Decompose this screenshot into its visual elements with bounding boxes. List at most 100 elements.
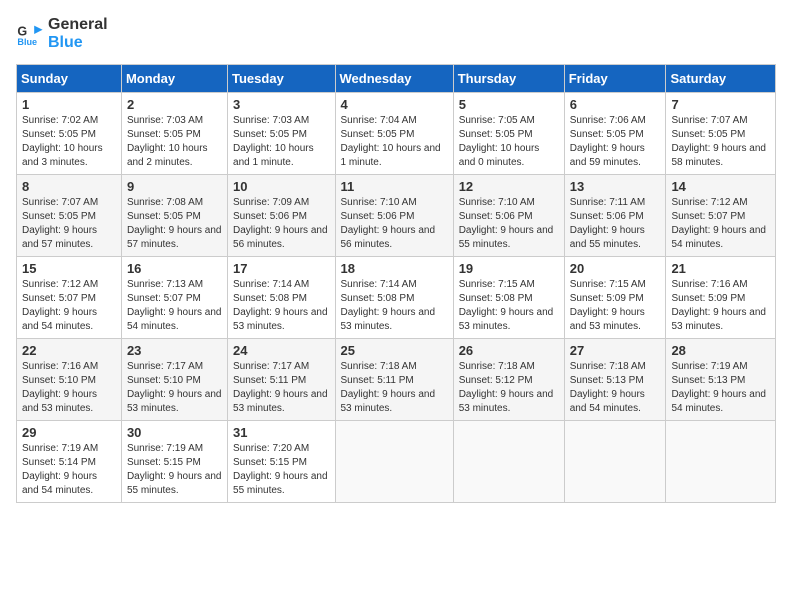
calendar-cell: 15 Sunrise: 7:12 AM Sunset: 5:07 PM Dayl… bbox=[17, 257, 122, 339]
day-number: 2 bbox=[127, 97, 222, 112]
day-number: 6 bbox=[570, 97, 661, 112]
day-info: Sunrise: 7:04 AM Sunset: 5:05 PM Dayligh… bbox=[341, 114, 448, 170]
calendar-cell: 14 Sunrise: 7:12 AM Sunset: 5:07 PM Dayl… bbox=[666, 175, 776, 257]
calendar-cell: 1 Sunrise: 7:02 AM Sunset: 5:05 PM Dayli… bbox=[17, 93, 122, 175]
day-info: Sunrise: 7:18 AM Sunset: 5:13 PM Dayligh… bbox=[570, 360, 661, 416]
calendar-cell: 25 Sunrise: 7:18 AM Sunset: 5:11 PM Dayl… bbox=[335, 339, 453, 421]
day-number: 21 bbox=[671, 261, 770, 276]
day-info: Sunrise: 7:17 AM Sunset: 5:10 PM Dayligh… bbox=[127, 360, 222, 416]
calendar-cell: 2 Sunrise: 7:03 AM Sunset: 5:05 PM Dayli… bbox=[121, 93, 227, 175]
svg-text:G: G bbox=[17, 24, 27, 38]
empty-cell bbox=[564, 421, 666, 503]
calendar-cell: 6 Sunrise: 7:06 AM Sunset: 5:05 PM Dayli… bbox=[564, 93, 666, 175]
day-number: 1 bbox=[22, 97, 116, 112]
calendar-cell: 7 Sunrise: 7:07 AM Sunset: 5:05 PM Dayli… bbox=[666, 93, 776, 175]
day-number: 10 bbox=[233, 179, 329, 194]
calendar-cell: 22 Sunrise: 7:16 AM Sunset: 5:10 PM Dayl… bbox=[17, 339, 122, 421]
day-number: 13 bbox=[570, 179, 661, 194]
day-info: Sunrise: 7:12 AM Sunset: 5:07 PM Dayligh… bbox=[671, 196, 770, 252]
calendar-cell: 17 Sunrise: 7:14 AM Sunset: 5:08 PM Dayl… bbox=[228, 257, 335, 339]
calendar-cell: 5 Sunrise: 7:05 AM Sunset: 5:05 PM Dayli… bbox=[453, 93, 564, 175]
empty-cell bbox=[666, 421, 776, 503]
day-number: 11 bbox=[341, 179, 448, 194]
empty-cell bbox=[335, 421, 453, 503]
day-number: 19 bbox=[459, 261, 559, 276]
day-info: Sunrise: 7:11 AM Sunset: 5:06 PM Dayligh… bbox=[570, 196, 661, 252]
day-info: Sunrise: 7:17 AM Sunset: 5:11 PM Dayligh… bbox=[233, 360, 329, 416]
day-number: 15 bbox=[22, 261, 116, 276]
day-number: 4 bbox=[341, 97, 448, 112]
day-number: 16 bbox=[127, 261, 222, 276]
logo-icon: G Blue bbox=[16, 20, 44, 48]
day-number: 3 bbox=[233, 97, 329, 112]
day-info: Sunrise: 7:03 AM Sunset: 5:05 PM Dayligh… bbox=[233, 114, 329, 170]
day-info: Sunrise: 7:07 AM Sunset: 5:05 PM Dayligh… bbox=[22, 196, 116, 252]
day-number: 24 bbox=[233, 343, 329, 358]
calendar-cell: 28 Sunrise: 7:19 AM Sunset: 5:13 PM Dayl… bbox=[666, 339, 776, 421]
logo-line1: General bbox=[48, 16, 108, 34]
day-number: 23 bbox=[127, 343, 222, 358]
day-number: 29 bbox=[22, 425, 116, 440]
day-number: 27 bbox=[570, 343, 661, 358]
day-number: 14 bbox=[671, 179, 770, 194]
day-info: Sunrise: 7:02 AM Sunset: 5:05 PM Dayligh… bbox=[22, 114, 116, 170]
calendar-cell: 27 Sunrise: 7:18 AM Sunset: 5:13 PM Dayl… bbox=[564, 339, 666, 421]
calendar-cell: 16 Sunrise: 7:13 AM Sunset: 5:07 PM Dayl… bbox=[121, 257, 227, 339]
day-number: 26 bbox=[459, 343, 559, 358]
calendar-cell: 29 Sunrise: 7:19 AM Sunset: 5:14 PM Dayl… bbox=[17, 421, 122, 503]
day-info: Sunrise: 7:13 AM Sunset: 5:07 PM Dayligh… bbox=[127, 278, 222, 334]
day-info: Sunrise: 7:16 AM Sunset: 5:10 PM Dayligh… bbox=[22, 360, 116, 416]
day-number: 28 bbox=[671, 343, 770, 358]
calendar-cell: 24 Sunrise: 7:17 AM Sunset: 5:11 PM Dayl… bbox=[228, 339, 335, 421]
weekday-header: Tuesday bbox=[228, 65, 335, 93]
day-info: Sunrise: 7:20 AM Sunset: 5:15 PM Dayligh… bbox=[233, 442, 329, 498]
day-number: 31 bbox=[233, 425, 329, 440]
calendar-table: SundayMondayTuesdayWednesdayThursdayFrid… bbox=[16, 64, 776, 503]
calendar-cell: 30 Sunrise: 7:19 AM Sunset: 5:15 PM Dayl… bbox=[121, 421, 227, 503]
day-number: 18 bbox=[341, 261, 448, 276]
calendar-cell: 31 Sunrise: 7:20 AM Sunset: 5:15 PM Dayl… bbox=[228, 421, 335, 503]
day-number: 12 bbox=[459, 179, 559, 194]
calendar-cell: 21 Sunrise: 7:16 AM Sunset: 5:09 PM Dayl… bbox=[666, 257, 776, 339]
weekday-header: Friday bbox=[564, 65, 666, 93]
day-info: Sunrise: 7:08 AM Sunset: 5:05 PM Dayligh… bbox=[127, 196, 222, 252]
weekday-header: Saturday bbox=[666, 65, 776, 93]
logo: G Blue General Blue bbox=[16, 16, 108, 52]
day-number: 8 bbox=[22, 179, 116, 194]
day-info: Sunrise: 7:10 AM Sunset: 5:06 PM Dayligh… bbox=[341, 196, 448, 252]
logo-line2: Blue bbox=[48, 34, 108, 52]
day-number: 30 bbox=[127, 425, 222, 440]
day-info: Sunrise: 7:15 AM Sunset: 5:08 PM Dayligh… bbox=[459, 278, 559, 334]
calendar-cell: 8 Sunrise: 7:07 AM Sunset: 5:05 PM Dayli… bbox=[17, 175, 122, 257]
day-info: Sunrise: 7:19 AM Sunset: 5:14 PM Dayligh… bbox=[22, 442, 116, 498]
calendar-cell: 23 Sunrise: 7:17 AM Sunset: 5:10 PM Dayl… bbox=[121, 339, 227, 421]
weekday-header: Sunday bbox=[17, 65, 122, 93]
calendar-cell: 20 Sunrise: 7:15 AM Sunset: 5:09 PM Dayl… bbox=[564, 257, 666, 339]
calendar-cell: 9 Sunrise: 7:08 AM Sunset: 5:05 PM Dayli… bbox=[121, 175, 227, 257]
calendar-cell: 3 Sunrise: 7:03 AM Sunset: 5:05 PM Dayli… bbox=[228, 93, 335, 175]
day-number: 17 bbox=[233, 261, 329, 276]
calendar-cell: 4 Sunrise: 7:04 AM Sunset: 5:05 PM Dayli… bbox=[335, 93, 453, 175]
day-number: 9 bbox=[127, 179, 222, 194]
calendar-cell: 13 Sunrise: 7:11 AM Sunset: 5:06 PM Dayl… bbox=[564, 175, 666, 257]
day-info: Sunrise: 7:19 AM Sunset: 5:15 PM Dayligh… bbox=[127, 442, 222, 498]
empty-cell bbox=[453, 421, 564, 503]
day-info: Sunrise: 7:14 AM Sunset: 5:08 PM Dayligh… bbox=[233, 278, 329, 334]
day-info: Sunrise: 7:10 AM Sunset: 5:06 PM Dayligh… bbox=[459, 196, 559, 252]
day-number: 7 bbox=[671, 97, 770, 112]
day-number: 25 bbox=[341, 343, 448, 358]
calendar-cell: 26 Sunrise: 7:18 AM Sunset: 5:12 PM Dayl… bbox=[453, 339, 564, 421]
weekday-header: Monday bbox=[121, 65, 227, 93]
weekday-header: Thursday bbox=[453, 65, 564, 93]
calendar-cell: 19 Sunrise: 7:15 AM Sunset: 5:08 PM Dayl… bbox=[453, 257, 564, 339]
calendar-cell: 18 Sunrise: 7:14 AM Sunset: 5:08 PM Dayl… bbox=[335, 257, 453, 339]
day-info: Sunrise: 7:09 AM Sunset: 5:06 PM Dayligh… bbox=[233, 196, 329, 252]
day-info: Sunrise: 7:14 AM Sunset: 5:08 PM Dayligh… bbox=[341, 278, 448, 334]
day-info: Sunrise: 7:03 AM Sunset: 5:05 PM Dayligh… bbox=[127, 114, 222, 170]
calendar-cell: 11 Sunrise: 7:10 AM Sunset: 5:06 PM Dayl… bbox=[335, 175, 453, 257]
day-info: Sunrise: 7:19 AM Sunset: 5:13 PM Dayligh… bbox=[671, 360, 770, 416]
weekday-header: Wednesday bbox=[335, 65, 453, 93]
calendar-cell: 12 Sunrise: 7:10 AM Sunset: 5:06 PM Dayl… bbox=[453, 175, 564, 257]
day-info: Sunrise: 7:07 AM Sunset: 5:05 PM Dayligh… bbox=[671, 114, 770, 170]
day-info: Sunrise: 7:18 AM Sunset: 5:11 PM Dayligh… bbox=[341, 360, 448, 416]
